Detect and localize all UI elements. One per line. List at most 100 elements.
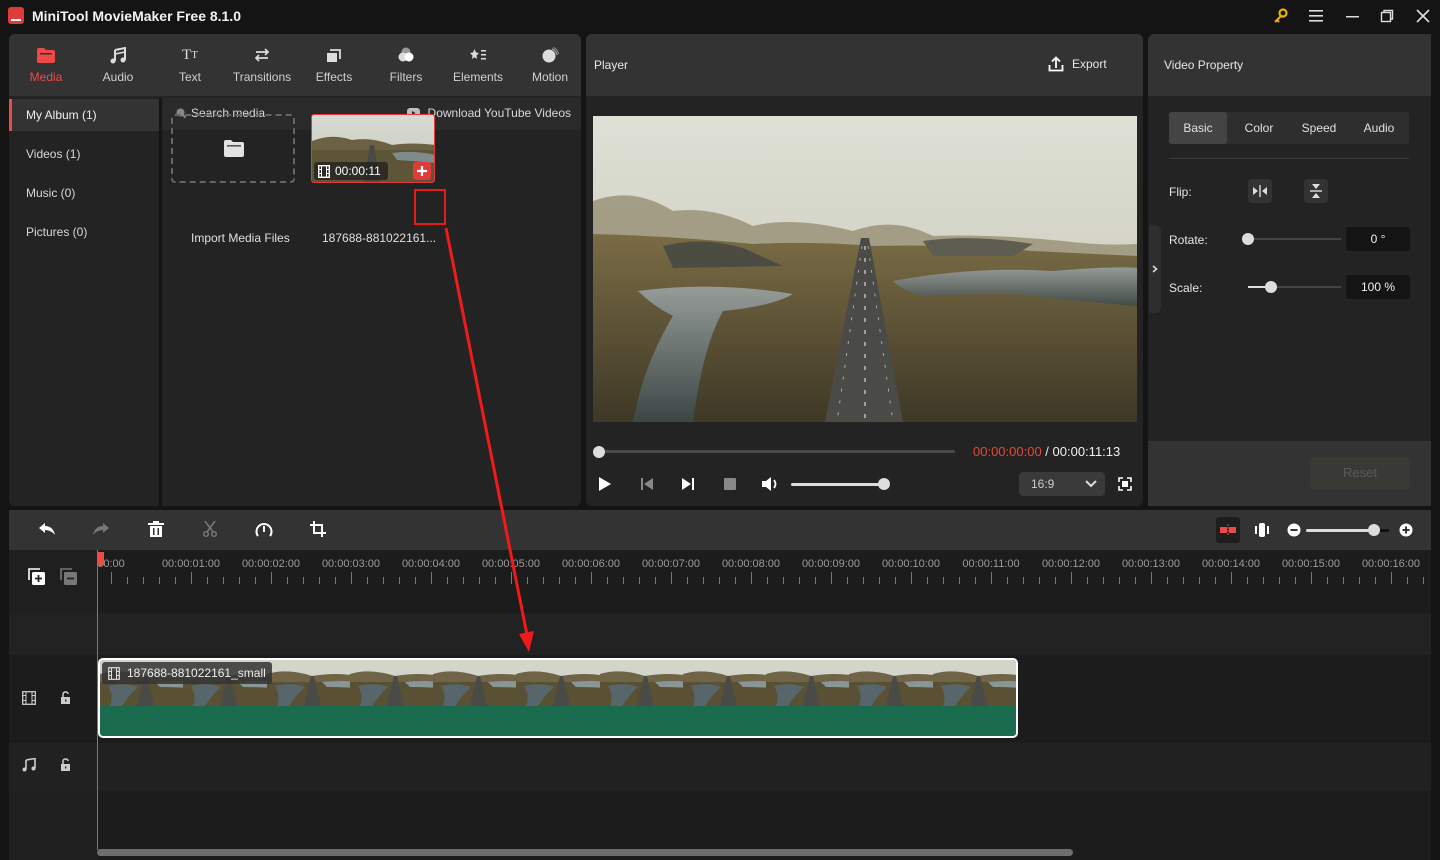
media-clip-thumbnail[interactable]: 00:00:11 <box>311 114 435 183</box>
ruler-tick <box>1135 577 1136 584</box>
ruler-label: 00:00:03:00 <box>321 558 381 570</box>
folder-icon <box>10 46 82 64</box>
nav-videos[interactable]: Videos (1) <box>9 138 159 170</box>
tab-media[interactable]: Media <box>10 34 82 96</box>
redo-button[interactable] <box>92 522 110 536</box>
panel-collapse-handle[interactable] <box>1149 225 1161 313</box>
media-panel: Media Audio TT Text Transitions Effects … <box>9 34 581 506</box>
nav-pictures[interactable]: Pictures (0) <box>9 216 159 248</box>
tab-elements[interactable]: Elements <box>442 34 514 96</box>
crop-button[interactable] <box>310 521 326 537</box>
playback-progress-track[interactable] <box>599 450 955 453</box>
total-time: 00:00:11:13 <box>1052 444 1121 459</box>
rotate-slider-track[interactable] <box>1248 238 1341 240</box>
ruler-label: 00:00:14:00 <box>1201 558 1261 570</box>
close-icon[interactable] <box>1412 6 1434 26</box>
rotate-slider-handle[interactable] <box>1242 233 1254 245</box>
motion-icon <box>514 46 581 64</box>
previous-frame-button[interactable] <box>640 477 654 491</box>
ruler-tick <box>287 577 288 584</box>
add-track-button[interactable] <box>28 568 46 586</box>
zoom-in-button[interactable] <box>1399 523 1413 537</box>
app-title: MiniTool MovieMaker Free 8.1.0 <box>32 8 242 24</box>
ruler-tick <box>1103 577 1104 584</box>
tab-speed[interactable]: Speed <box>1289 112 1349 144</box>
import-media-button[interactable] <box>171 114 295 183</box>
tab-motion[interactable]: Motion <box>514 34 581 96</box>
ruler-tick <box>1199 577 1200 584</box>
ruler-tick <box>383 577 384 584</box>
clip-name-label: 187688-881022161... <box>322 231 437 245</box>
timeline-scrollbar[interactable] <box>97 849 1073 856</box>
player-panel: Player Export 00:00:00:00 / 00:00:11:13 … <box>586 34 1143 506</box>
filmstrip-frame <box>849 660 933 706</box>
fit-timeline-button[interactable] <box>1255 522 1269 538</box>
aspect-ratio-select[interactable]: 16:9 <box>1019 472 1105 496</box>
ruler-tick <box>623 577 624 584</box>
scale-value[interactable]: 100 % <box>1346 275 1410 299</box>
tab-basic[interactable]: Basic <box>1169 112 1227 144</box>
video-preview[interactable] <box>593 116 1137 422</box>
zoom-out-button[interactable] <box>1287 523 1301 537</box>
zoom-slider-handle[interactable] <box>1368 524 1381 536</box>
tab-audio[interactable]: Audio <box>82 34 154 96</box>
ruler-tick <box>687 577 688 584</box>
transitions-icon <box>226 46 298 64</box>
ruler-tick <box>367 577 368 584</box>
menu-icon[interactable] <box>1305 6 1327 26</box>
rotate-label: Rotate: <box>1169 233 1208 247</box>
audio-track-lock-icon[interactable] <box>60 758 71 772</box>
fullscreen-button[interactable] <box>1118 477 1132 491</box>
export-button[interactable]: Export <box>1048 56 1107 72</box>
delete-button[interactable] <box>148 521 164 537</box>
minimize-icon[interactable] <box>1341 6 1363 26</box>
undo-button[interactable] <box>38 522 56 536</box>
ruler-tick <box>191 572 192 584</box>
media-tabs: Media Audio TT Text Transitions Effects … <box>9 34 581 96</box>
ruler-label: 00:00:12:00 <box>1041 558 1101 570</box>
volume-icon[interactable] <box>761 476 779 492</box>
tab-text[interactable]: TT Text <box>154 34 226 96</box>
restore-icon[interactable] <box>1376 6 1398 26</box>
rotate-value[interactable]: 0 ° <box>1346 227 1410 251</box>
stop-button[interactable] <box>724 478 736 490</box>
video-track-lock-icon[interactable] <box>60 691 71 705</box>
ruler-label: 00:00:10:00 <box>881 558 941 570</box>
reset-button[interactable]: Reset <box>1310 457 1410 489</box>
timeline-video-clip[interactable]: 187688-881022161_small <box>98 658 1018 738</box>
nav-music[interactable]: Music (0) <box>9 177 159 209</box>
scale-slider-handle[interactable] <box>1265 281 1278 293</box>
tab-transitions[interactable]: Transitions <box>226 34 298 96</box>
add-to-timeline-button[interactable] <box>413 162 431 180</box>
ruler-tick <box>655 577 656 584</box>
snap-toggle-button[interactable] <box>1216 517 1240 543</box>
time-readout: 00:00:00:00 / 00:00:11:13 <box>973 444 1121 459</box>
time-ruler[interactable]: 00:00 00:00:01:00 00:00:02:00 00:00:03:00 00… <box>97 550 1431 590</box>
playback-progress-handle[interactable] <box>593 446 605 458</box>
next-frame-button[interactable] <box>681 477 695 491</box>
tab-color[interactable]: Color <box>1229 112 1289 144</box>
split-button[interactable] <box>202 521 218 537</box>
tab-effects[interactable]: Effects <box>298 34 370 96</box>
ruler-tick <box>1359 577 1360 584</box>
flip-horizontal-button[interactable] <box>1248 179 1272 203</box>
ruler-tick <box>1375 577 1376 584</box>
volume-slider-track[interactable] <box>791 483 883 486</box>
tab-filters[interactable]: Filters <box>370 34 442 96</box>
text-icon: TT <box>182 46 198 63</box>
divider <box>1169 158 1409 159</box>
clip-label: 187688-881022161_small <box>102 662 272 684</box>
nav-my-album[interactable]: My Album (1) <box>9 99 159 131</box>
film-icon <box>318 164 330 178</box>
tab-audio-property[interactable]: Audio <box>1349 112 1409 144</box>
key-icon[interactable] <box>1270 6 1292 26</box>
flip-vertical-button[interactable] <box>1304 179 1328 203</box>
playhead-handle[interactable] <box>97 552 104 566</box>
remove-track-button[interactable] <box>60 568 78 586</box>
filmstrip-frame <box>932 660 1016 706</box>
ruler-tick <box>479 577 480 584</box>
ruler-tick <box>1391 572 1392 584</box>
play-button[interactable] <box>598 476 612 492</box>
volume-slider-handle[interactable] <box>878 478 890 490</box>
speed-button[interactable] <box>255 521 273 537</box>
